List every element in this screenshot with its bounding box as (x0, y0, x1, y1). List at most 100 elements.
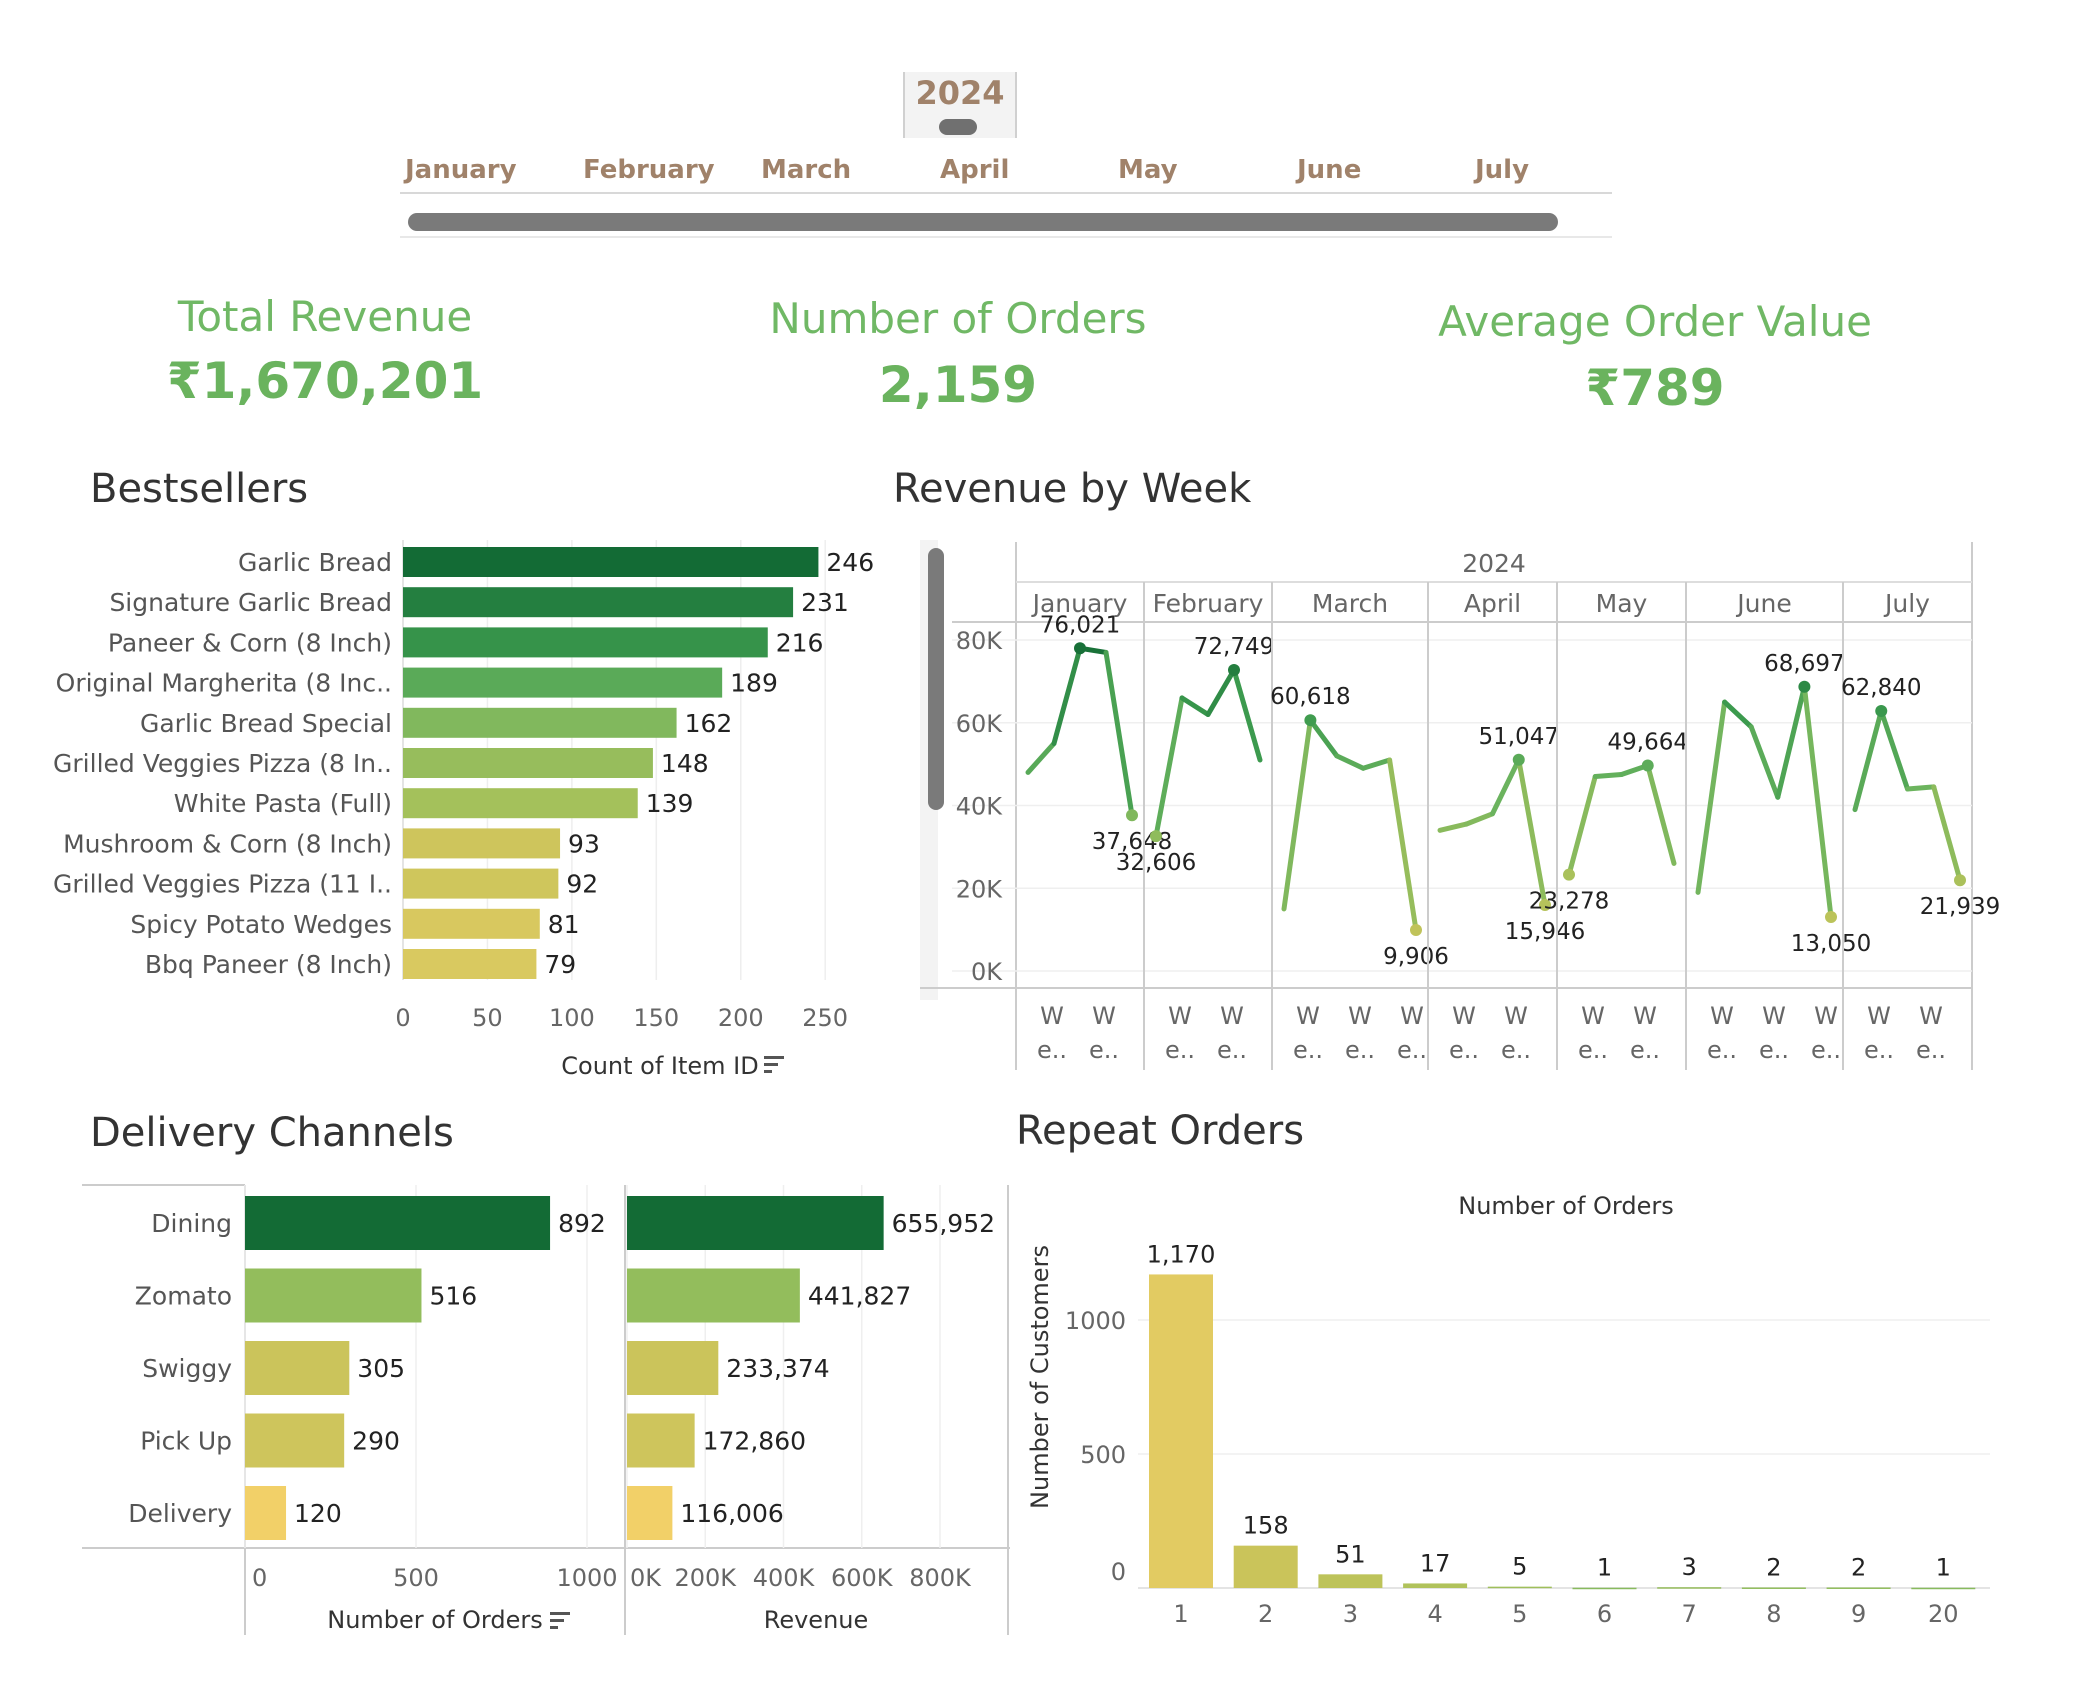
orders-bar (245, 1268, 422, 1323)
bestsellers-x-tick: 200 (718, 1004, 764, 1032)
bestsellers-value-label: 162 (685, 709, 733, 738)
revenue-value-label: 655,952 (892, 1209, 995, 1238)
week-data-label: 62,840 (1841, 675, 1921, 701)
week-line-segment (1387, 757, 1419, 933)
week-line-segment (1852, 708, 1884, 813)
bestsellers-x-tick: 150 (633, 1004, 679, 1032)
week-line-segment (1463, 811, 1495, 827)
week-point (1563, 868, 1575, 881)
repeat-y-tick: 1000 (1065, 1307, 1126, 1335)
week-x-tick: W (1168, 1002, 1192, 1030)
week-y-tick: 60K (956, 710, 1004, 738)
week-line-segment (1592, 771, 1624, 780)
week-point (1228, 664, 1240, 677)
revenue-value-label: 116,006 (680, 1499, 783, 1528)
bestsellers-x-axis-label: Count of Item ID (561, 1052, 758, 1080)
repeat-bar (1657, 1587, 1722, 1589)
week-month-header: April (1464, 589, 1521, 618)
sort-icon (550, 1619, 564, 1622)
bestsellers-value-label: 93 (568, 829, 600, 858)
week-point (1512, 753, 1525, 766)
sort-icon (764, 1056, 784, 1059)
week-x-tick: W (1919, 1002, 1943, 1030)
repeat-x-tick: 6 (1597, 1600, 1612, 1628)
revenue-bar (627, 1196, 884, 1250)
week-line-segment (1205, 667, 1237, 717)
delivery-category-label: Zomato (135, 1282, 232, 1311)
revenue-x-tick: 600K (831, 1564, 894, 1592)
bestsellers-bar (403, 707, 677, 738)
week-x-tick: e.. (1916, 1036, 1946, 1064)
week-x-tick: e.. (1397, 1036, 1427, 1064)
orders-value-label: 892 (558, 1209, 606, 1238)
orders-value-label: 516 (429, 1282, 477, 1311)
revenue-by-week-chart: 20240K20K40K60K80KJanuary76,02137,648We.… (920, 540, 2000, 1070)
week-data-label: 32,606 (1116, 850, 1196, 876)
repeat-bar (1487, 1586, 1552, 1589)
orders-bar (245, 1196, 551, 1250)
repeat-value-label: 1 (1597, 1554, 1612, 1582)
orders-x-axis-label: Number of Orders (327, 1606, 543, 1634)
week-x-tick: W (1633, 1002, 1657, 1030)
repeat-value-label: 2 (1766, 1553, 1781, 1581)
week-line-segment (1307, 717, 1340, 759)
bestsellers-category-label: Mushroom & Corn (8 Inch) (63, 829, 392, 858)
bestsellers-chart: 0 50 100 150 200 250 246 Garlic Bread 231 Signatu… (53, 540, 874, 1080)
week-line-segment (1905, 784, 1937, 792)
week-x-tick: e.. (1345, 1036, 1375, 1064)
week-data-label: 68,697 (1764, 651, 1844, 677)
week-x-tick: e.. (1165, 1036, 1195, 1064)
delivery-category-label: Delivery (128, 1499, 232, 1528)
delivery-channels-chart: 0 500 1000 0K 200K 400K 600K 800K Dining 892 655,9… (82, 1184, 1010, 1635)
week-line-segment (1645, 763, 1677, 866)
week-line-segment (1231, 667, 1263, 763)
orders-x-tick: 500 (393, 1564, 439, 1592)
week-x-tick: e.. (1578, 1036, 1608, 1064)
delivery-category-label: Swiggy (142, 1354, 232, 1383)
orders-x-tick: 0 (252, 1564, 267, 1592)
week-data-label: 21,939 (1920, 894, 2000, 920)
week-x-tick: W (1296, 1002, 1320, 1030)
week-line-segment (1516, 757, 1548, 908)
orders-value-label: 305 (357, 1354, 405, 1383)
orders-x-tick: 1000 (556, 1564, 617, 1592)
repeat-bar (1572, 1587, 1637, 1590)
orders-value-label: 290 (352, 1427, 400, 1456)
repeat-x-tick: 20 (1928, 1600, 1959, 1628)
revenue-x-axis-label: Revenue (764, 1606, 869, 1634)
repeat-x-tick: 3 (1343, 1600, 1358, 1628)
week-x-tick: W (1220, 1002, 1244, 1030)
week-x-tick: W (1581, 1002, 1605, 1030)
bestsellers-bar (403, 949, 537, 979)
bestsellers-value-label: 92 (566, 870, 598, 899)
orders-value-label: 120 (294, 1499, 342, 1528)
bestsellers-category-label: Garlic Bread Special (140, 709, 392, 738)
week-line-segment (1360, 757, 1393, 771)
week-point (1954, 874, 1966, 887)
bestsellers-x-tick: 0 (395, 1004, 410, 1032)
bestsellers-category-label: Signature Garlic Bread (109, 588, 392, 617)
bestsellers-bar (403, 667, 723, 698)
week-line-segment (1695, 699, 1728, 895)
week-x-tick: e.. (1089, 1036, 1119, 1064)
delivery-category-label: Dining (151, 1209, 232, 1238)
bestsellers-bar (403, 748, 653, 778)
week-point (1126, 809, 1138, 822)
revenue-x-tick: 200K (674, 1564, 737, 1592)
week-x-tick: e.. (1217, 1036, 1247, 1064)
week-x-tick: W (1814, 1002, 1838, 1030)
week-month-header: June (1735, 589, 1791, 618)
week-line-segment (1437, 821, 1469, 833)
bestsellers-bar (403, 788, 638, 819)
sort-icon (550, 1612, 570, 1615)
week-data-label: 49,664 (1608, 730, 1688, 756)
repeat-y-tick: 500 (1080, 1441, 1126, 1469)
repeat-value-label: 2 (1851, 1553, 1866, 1581)
week-x-tick: W (1710, 1002, 1734, 1030)
repeat-value-label: 51 (1335, 1540, 1366, 1568)
repeat-y-tick: 0 (1111, 1558, 1126, 1586)
week-point (1641, 759, 1654, 772)
week-x-tick: e.. (1501, 1036, 1531, 1064)
week-line-segment (1931, 784, 1963, 883)
bestsellers-category-label: Garlic Bread (238, 548, 392, 577)
